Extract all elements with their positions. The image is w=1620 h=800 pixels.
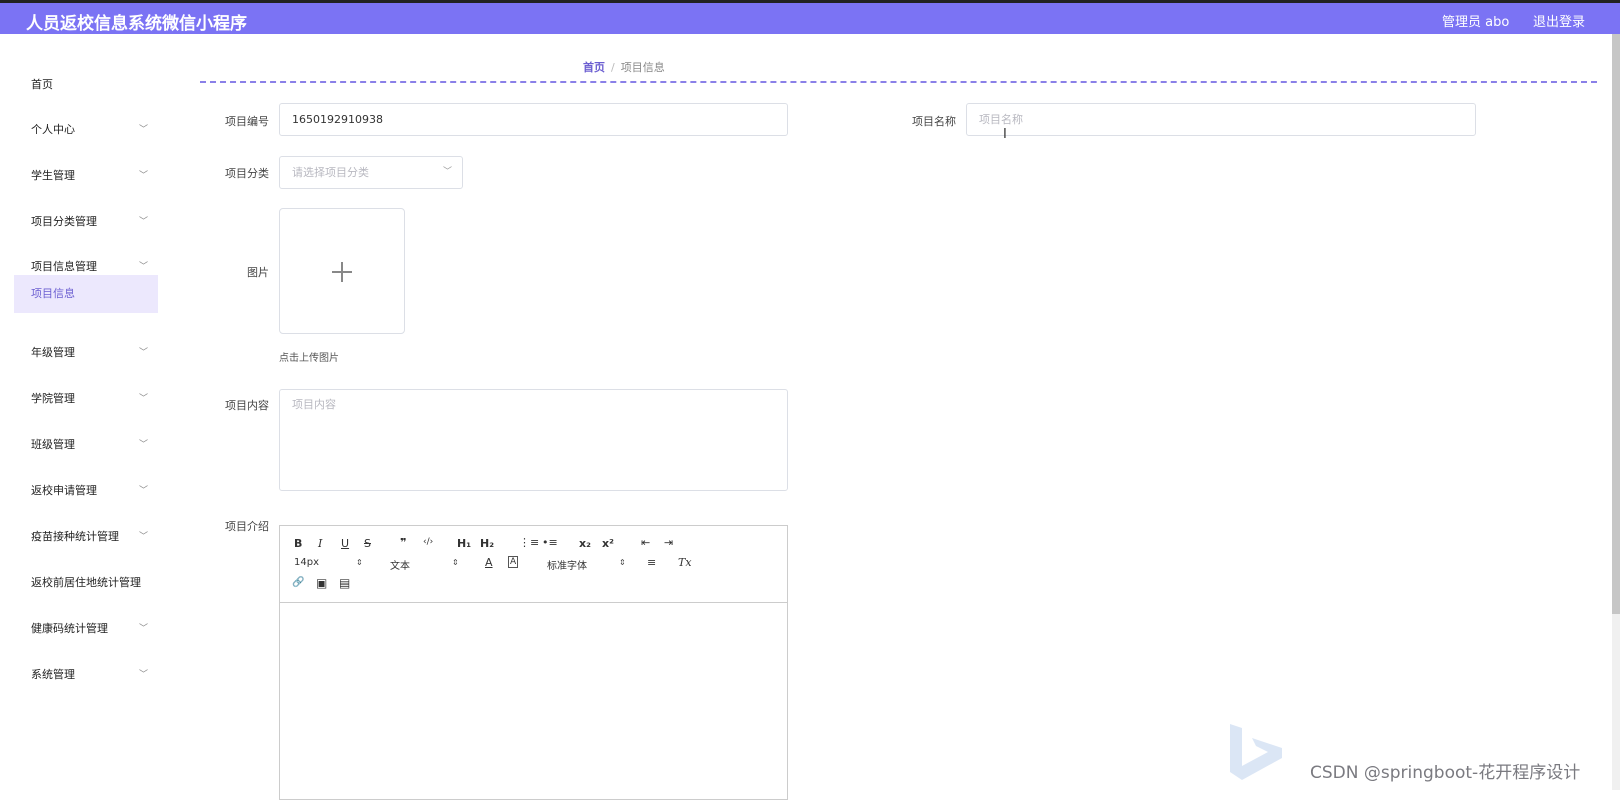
breadcrumb-separator: / xyxy=(611,61,615,74)
logout-button[interactable]: 退出登录 xyxy=(1533,11,1585,30)
project-name-input[interactable]: 项目名称 xyxy=(966,103,1476,136)
link-icon[interactable]: 🔗 xyxy=(292,577,304,588)
image-upload-button[interactable] xyxy=(279,208,405,334)
sidebar-item-classes[interactable]: 班级管理 ﹀ xyxy=(14,427,158,463)
content-textarea[interactable]: 项目内容 xyxy=(279,389,788,491)
chevron-down-icon: ﹀ xyxy=(138,171,148,181)
updown-icon: ⇕ xyxy=(619,558,626,567)
category-placeholder: 请选择项目分类 xyxy=(292,166,369,179)
content-label: 项目内容 xyxy=(225,399,269,412)
sidebar-item-project-info[interactable]: 项目信息 xyxy=(14,275,158,313)
indent-icon[interactable]: ⇥ xyxy=(664,536,673,549)
bing-logo-icon xyxy=(1230,724,1282,780)
font-size-select[interactable]: 14px ⇕ xyxy=(294,557,363,568)
bullet-list-icon[interactable]: •≡ xyxy=(542,536,558,549)
chevron-down-icon: ﹀ xyxy=(138,532,148,542)
sidebar-item-label: 年级管理 xyxy=(31,346,75,359)
sidebar-item-label: 项目信息管理 xyxy=(31,260,97,273)
background-color-button[interactable]: A xyxy=(508,556,519,568)
clear-format-icon[interactable]: Tx xyxy=(678,556,692,569)
project-no-label: 项目编号 xyxy=(225,115,269,128)
header-value: 文本 xyxy=(390,561,410,572)
breadcrumb: 首页 / 项目信息 xyxy=(583,59,665,75)
code-icon[interactable]: ‹/› xyxy=(423,537,433,547)
current-user[interactable]: 管理员 abo xyxy=(1442,11,1509,30)
font-family-value: 标准字体 xyxy=(547,561,587,572)
superscript-button[interactable]: x² xyxy=(602,537,614,550)
strike-button[interactable]: S xyxy=(364,537,371,550)
sidebar-item-vaccine-stats[interactable]: 疫苗接种统计管理 ﹀ xyxy=(14,519,158,555)
bold-button[interactable]: B xyxy=(294,537,302,550)
sidebar-item-label: 返校前居住地统计管理 xyxy=(31,576,141,589)
editor-toolbar: B I U S ❞ ‹/› H₁ H₂ ⋮≡ •≡ x₂ x² ⇤ ⇥ 14px… xyxy=(280,526,787,603)
chevron-down-icon: ﹀ xyxy=(138,217,148,227)
image-icon[interactable]: ▣ xyxy=(316,576,327,590)
align-icon[interactable]: ≡ xyxy=(647,556,656,569)
chevron-down-icon: ﹀ xyxy=(138,348,148,358)
chevron-down-icon: ﹀ xyxy=(442,167,452,177)
breadcrumb-divider xyxy=(200,81,1597,83)
video-icon[interactable]: ▤ xyxy=(339,576,350,590)
sidebar-item-label: 个人中心 xyxy=(31,123,75,136)
chevron-down-icon: ﹀ xyxy=(138,624,148,634)
chevron-down-icon: ﹀ xyxy=(138,125,148,135)
sidebar-item-label: 项目信息 xyxy=(31,287,75,300)
sidebar-item-residence-stats[interactable]: 返校前居住地统计管理 xyxy=(14,565,158,601)
sidebar-item-label: 班级管理 xyxy=(31,438,75,451)
ordered-list-icon[interactable]: ⋮≡ xyxy=(519,536,539,549)
upload-hint: 点击上传图片 xyxy=(279,353,339,364)
category-label: 项目分类 xyxy=(225,167,269,180)
subscript-button[interactable]: x₂ xyxy=(579,537,591,550)
top-header: 人员返校信息系统微信小程序 管理员 abo 退出登录 xyxy=(0,0,1620,34)
project-name-label: 项目名称 xyxy=(912,115,956,128)
watermark: CSDN @springboot-花开程序设计 xyxy=(1310,763,1581,783)
sidebar-item-colleges[interactable]: 学院管理 ﹀ xyxy=(14,381,158,417)
sidebar-item-project-category[interactable]: 项目分类管理 ﹀ xyxy=(14,204,158,240)
sidebar-item-label: 系统管理 xyxy=(31,668,75,681)
sidebar-item-system[interactable]: 系统管理 ﹀ xyxy=(14,657,158,693)
sidebar-item-label: 项目分类管理 xyxy=(31,215,97,228)
chevron-down-icon: ﹀ xyxy=(138,440,148,450)
text-cursor-icon: I xyxy=(1003,127,1007,142)
sidebar-item-label: 健康码统计管理 xyxy=(31,622,108,635)
app-title: 人员返校信息系统微信小程序 xyxy=(26,14,247,34)
header-select[interactable]: 文本 ⇕ xyxy=(390,557,459,572)
outdent-icon[interactable]: ⇤ xyxy=(641,536,650,549)
chevron-down-icon: ﹀ xyxy=(138,486,148,496)
sidebar-item-label: 学院管理 xyxy=(31,392,75,405)
breadcrumb-home[interactable]: 首页 xyxy=(583,61,605,74)
underline-button[interactable]: U xyxy=(341,537,349,550)
font-family-select[interactable]: 标准字体 ⇕ xyxy=(547,557,626,572)
text-color-button[interactable]: A xyxy=(485,556,493,569)
chevron-down-icon: ﹀ xyxy=(138,670,148,680)
sidebar-item-personal-center[interactable]: 个人中心 ﹀ xyxy=(14,112,158,148)
plus-icon xyxy=(341,262,343,282)
sidebar-item-students[interactable]: 学生管理 ﹀ xyxy=(14,158,158,194)
quote-icon[interactable]: ❞ xyxy=(400,536,406,549)
rich-text-editor: B I U S ❞ ‹/› H₁ H₂ ⋮≡ •≡ x₂ x² ⇤ ⇥ 14px… xyxy=(279,525,788,800)
chevron-down-icon: ﹀ xyxy=(138,394,148,404)
h2-button[interactable]: H₂ xyxy=(480,537,494,550)
sidebar-item-label: 返校申请管理 xyxy=(31,484,97,497)
project-no-input[interactable]: 1650192910938 xyxy=(279,103,788,136)
sidebar-item-home[interactable]: 首页 xyxy=(14,67,158,103)
sidebar-item-grades[interactable]: 年级管理 ﹀ xyxy=(14,335,158,371)
sidebar-item-label: 学生管理 xyxy=(31,169,75,182)
h1-button[interactable]: H₁ xyxy=(457,537,471,550)
image-label: 图片 xyxy=(247,266,269,279)
intro-label: 项目介绍 xyxy=(225,520,269,533)
sidebar-item-label: 疫苗接种统计管理 xyxy=(31,530,119,543)
updown-icon: ⇕ xyxy=(452,558,459,567)
scrollbar-thumb[interactable] xyxy=(1612,34,1620,614)
font-size-value: 14px xyxy=(294,557,319,568)
updown-icon: ⇕ xyxy=(356,558,363,567)
sidebar-item-return-applications[interactable]: 返校申请管理 ﹀ xyxy=(14,473,158,509)
breadcrumb-current: 项目信息 xyxy=(620,61,665,74)
category-select[interactable]: 请选择项目分类 ﹀ xyxy=(279,156,463,189)
italic-button[interactable]: I xyxy=(318,537,322,550)
sidebar-item-label: 首页 xyxy=(31,78,53,91)
sidebar: 首页 个人中心 ﹀ 学生管理 ﹀ 项目分类管理 ﹀ 项目信息管理 ﹀ 项目信息 年级管理… xyxy=(0,34,170,790)
sidebar-item-health-code-stats[interactable]: 健康码统计管理 ﹀ xyxy=(14,611,158,647)
